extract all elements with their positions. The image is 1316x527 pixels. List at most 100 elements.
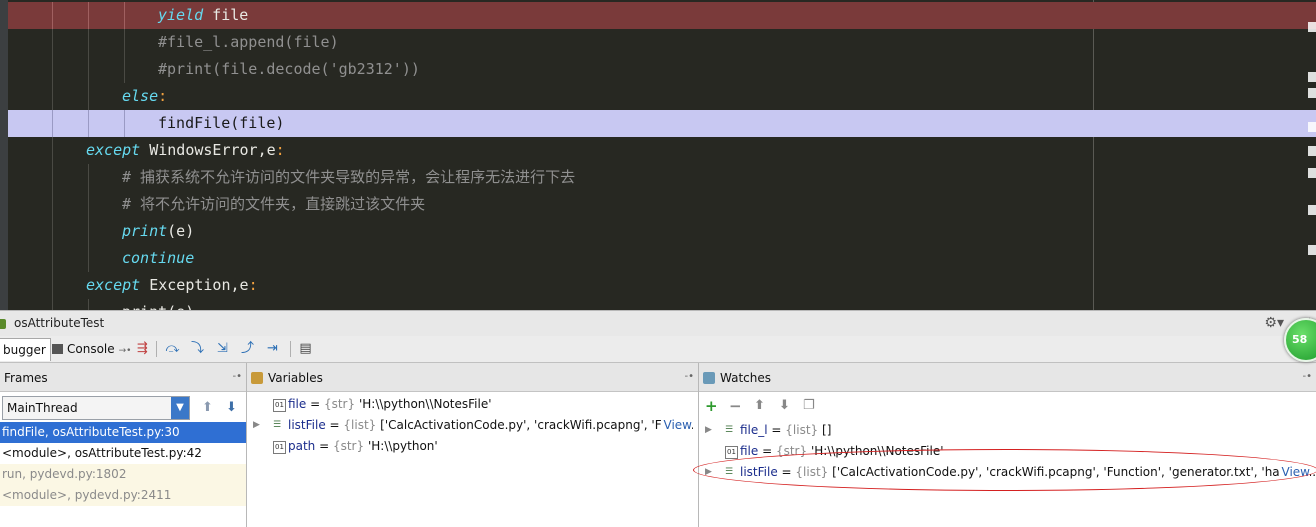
watches-pin-icon[interactable]: -• bbox=[1302, 371, 1312, 382]
watches-icon bbox=[703, 372, 715, 384]
scroll-mark[interactable] bbox=[1308, 72, 1316, 82]
watch-row[interactable]: ▶ ☰ listFile = {list} ['CalcActivationCode… bbox=[699, 462, 1316, 483]
indent-guide bbox=[52, 245, 53, 272]
indent-guide bbox=[52, 2, 53, 29]
indent-guide bbox=[88, 299, 89, 310]
variable-name: listFile bbox=[740, 465, 778, 479]
code-line[interactable]: print(e) bbox=[8, 299, 1316, 310]
watches-title-wrap: Watches bbox=[703, 371, 771, 385]
frames-panel: Frames -• MainThread ▼ ⬆ ⬇ findFile, osA… bbox=[0, 363, 247, 527]
variable-text: listFile = {list} ['CalcActivationCode.p… bbox=[288, 418, 695, 432]
step-into-my-code-icon[interactable]: ⇲ bbox=[214, 340, 231, 357]
code-token: (e) bbox=[167, 222, 195, 240]
debug-session-title: osAttributeTest bbox=[14, 316, 105, 330]
code-text: #print(file.decode('gb2312')) bbox=[158, 56, 420, 83]
indent-guide bbox=[52, 137, 53, 164]
chevron-down-icon[interactable]: ▼ bbox=[171, 397, 189, 419]
code-line[interactable]: #file_l.append(file) bbox=[8, 29, 1316, 56]
code-token: else bbox=[122, 87, 159, 105]
code-token: print(e) bbox=[122, 303, 194, 310]
frame-row[interactable]: run, pydevd.py:1802 bbox=[0, 464, 246, 485]
frame-row[interactable]: <module>, osAttributeTest.py:42 bbox=[0, 443, 246, 464]
code-line[interactable]: #print(file.decode('gb2312')) bbox=[8, 56, 1316, 83]
indent-guide bbox=[52, 218, 53, 245]
thread-select-value: MainThread bbox=[7, 401, 78, 415]
list-type-icon: ☰ bbox=[725, 467, 734, 477]
variable-value: [] bbox=[822, 423, 832, 437]
expand-arrow-icon[interactable]: ▶ bbox=[705, 462, 712, 483]
add-watch-icon[interactable]: + bbox=[705, 397, 718, 415]
watch-row[interactable]: ▶ ☰ file_l = {list} [] bbox=[699, 420, 1316, 441]
variable-type: {str} bbox=[775, 444, 808, 458]
step-into-icon[interactable]: ⤵ bbox=[189, 340, 206, 357]
variable-name: file bbox=[740, 444, 759, 458]
scroll-mark[interactable] bbox=[1308, 22, 1316, 32]
previous-frame-arrow-icon[interactable]: ⬆ bbox=[202, 400, 213, 415]
step-over-icon[interactable]: ⤼ bbox=[164, 340, 181, 357]
scroll-mark[interactable] bbox=[1308, 88, 1316, 98]
indent-guide bbox=[88, 218, 89, 245]
code-line[interactable]: else: bbox=[8, 83, 1316, 110]
thread-select[interactable]: MainThread ▼ bbox=[2, 396, 190, 420]
show-execution-point-icon[interactable]: ⇶ bbox=[134, 340, 151, 357]
remove-watch-icon[interactable]: − bbox=[729, 397, 742, 415]
watch-row[interactable]: 01 file = {str} 'H:\\python\\NotesFile' bbox=[699, 441, 1316, 462]
code-line[interactable]: # 捕获系统不允许访问的文件夹导致的异常，会让程序无法进行下去 bbox=[8, 164, 1316, 191]
code-line[interactable]: except WindowsError,e: bbox=[8, 137, 1316, 164]
frame-row[interactable]: findFile, osAttributeTest.py:30 bbox=[0, 422, 246, 443]
scroll-mark[interactable] bbox=[1308, 168, 1316, 178]
expand-arrow-icon[interactable]: ▶ bbox=[253, 415, 260, 436]
indent-guide bbox=[124, 56, 125, 83]
tab-debugger[interactable]: bugger bbox=[0, 338, 51, 361]
variable-value: ['CalcActivationCode.py', 'crackWifi.pca… bbox=[380, 418, 695, 432]
move-watch-up-icon[interactable]: ⬆ bbox=[754, 397, 765, 415]
scroll-mark[interactable] bbox=[1308, 205, 1316, 215]
tab-console-label: Console bbox=[67, 342, 115, 356]
editor-gutter bbox=[0, 0, 8, 310]
evaluate-expression-icon[interactable]: ▤ bbox=[297, 340, 314, 357]
code-token: #file_l.append(file) bbox=[158, 33, 339, 51]
next-frame-arrow-icon[interactable]: ⬇ bbox=[226, 400, 237, 415]
code-line[interactable]: yield file bbox=[8, 2, 1316, 29]
indent-guide bbox=[52, 272, 53, 299]
gear-icon[interactable]: ⚙▾ bbox=[1264, 315, 1284, 331]
view-link[interactable]: View bbox=[660, 415, 692, 436]
code-token: #print(file.decode('gb2312')) bbox=[158, 60, 420, 78]
view-link[interactable]: View bbox=[1278, 462, 1310, 483]
editor-scroll-marks[interactable] bbox=[1308, 0, 1316, 310]
copy-watch-icon[interactable]: ❐ bbox=[803, 397, 815, 415]
code-token: yield bbox=[158, 6, 204, 24]
code-token: WindowsError,e bbox=[140, 141, 276, 159]
variable-row[interactable]: ▶ ☰ listFile = {list} ['CalcActivationCode… bbox=[247, 415, 698, 436]
scroll-mark[interactable] bbox=[1308, 245, 1316, 255]
code-text: except Exception,e: bbox=[86, 272, 258, 299]
expand-arrow-icon[interactable]: ▶ bbox=[705, 420, 712, 441]
frame-row[interactable]: <module>, pydevd.py:2411 bbox=[0, 485, 246, 506]
code-editor[interactable]: yield file #file_l.append(file) #print(fil… bbox=[0, 0, 1316, 310]
indent-guide bbox=[52, 56, 53, 83]
scroll-mark[interactable] bbox=[1308, 122, 1316, 132]
code-token: : bbox=[275, 141, 285, 159]
variable-row[interactable]: 01 file = {str} 'H:\\python\\NotesFile' bbox=[247, 394, 698, 415]
run-to-cursor-icon[interactable]: ⇥ bbox=[264, 340, 281, 357]
code-line[interactable]: continue bbox=[8, 245, 1316, 272]
code-token: except bbox=[86, 276, 141, 294]
tab-console[interactable]: Console →• bbox=[48, 338, 136, 360]
variable-row[interactable]: 01 path = {str} 'H:\\python' bbox=[247, 436, 698, 457]
indent-guide bbox=[88, 2, 89, 29]
code-line[interactable]: print(e) bbox=[8, 218, 1316, 245]
variables-pin-icon[interactable]: -• bbox=[684, 371, 694, 382]
indent-guide bbox=[124, 2, 125, 29]
code-line[interactable]: # 将不允许访问的文件夹，直接跳过该文件夹 bbox=[8, 191, 1316, 218]
variable-value: ['CalcActivationCode.py', 'crackWifi.pca… bbox=[832, 465, 1316, 479]
code-line[interactable]: except Exception,e: bbox=[8, 272, 1316, 299]
code-token: # 将不允许访问的文件夹，直接跳过该文件夹 bbox=[122, 195, 426, 213]
code-line[interactable]: findFile(file) bbox=[8, 110, 1316, 137]
indent-guide bbox=[88, 245, 89, 272]
move-watch-down-icon[interactable]: ⬇ bbox=[779, 397, 790, 415]
code-token: findFile(file) bbox=[158, 114, 285, 132]
frames-pin-icon[interactable]: -• bbox=[232, 371, 242, 382]
console-pin-icon[interactable]: →• bbox=[119, 346, 132, 356]
scroll-mark[interactable] bbox=[1308, 146, 1316, 156]
step-out-icon[interactable]: ⤴ bbox=[239, 340, 256, 357]
